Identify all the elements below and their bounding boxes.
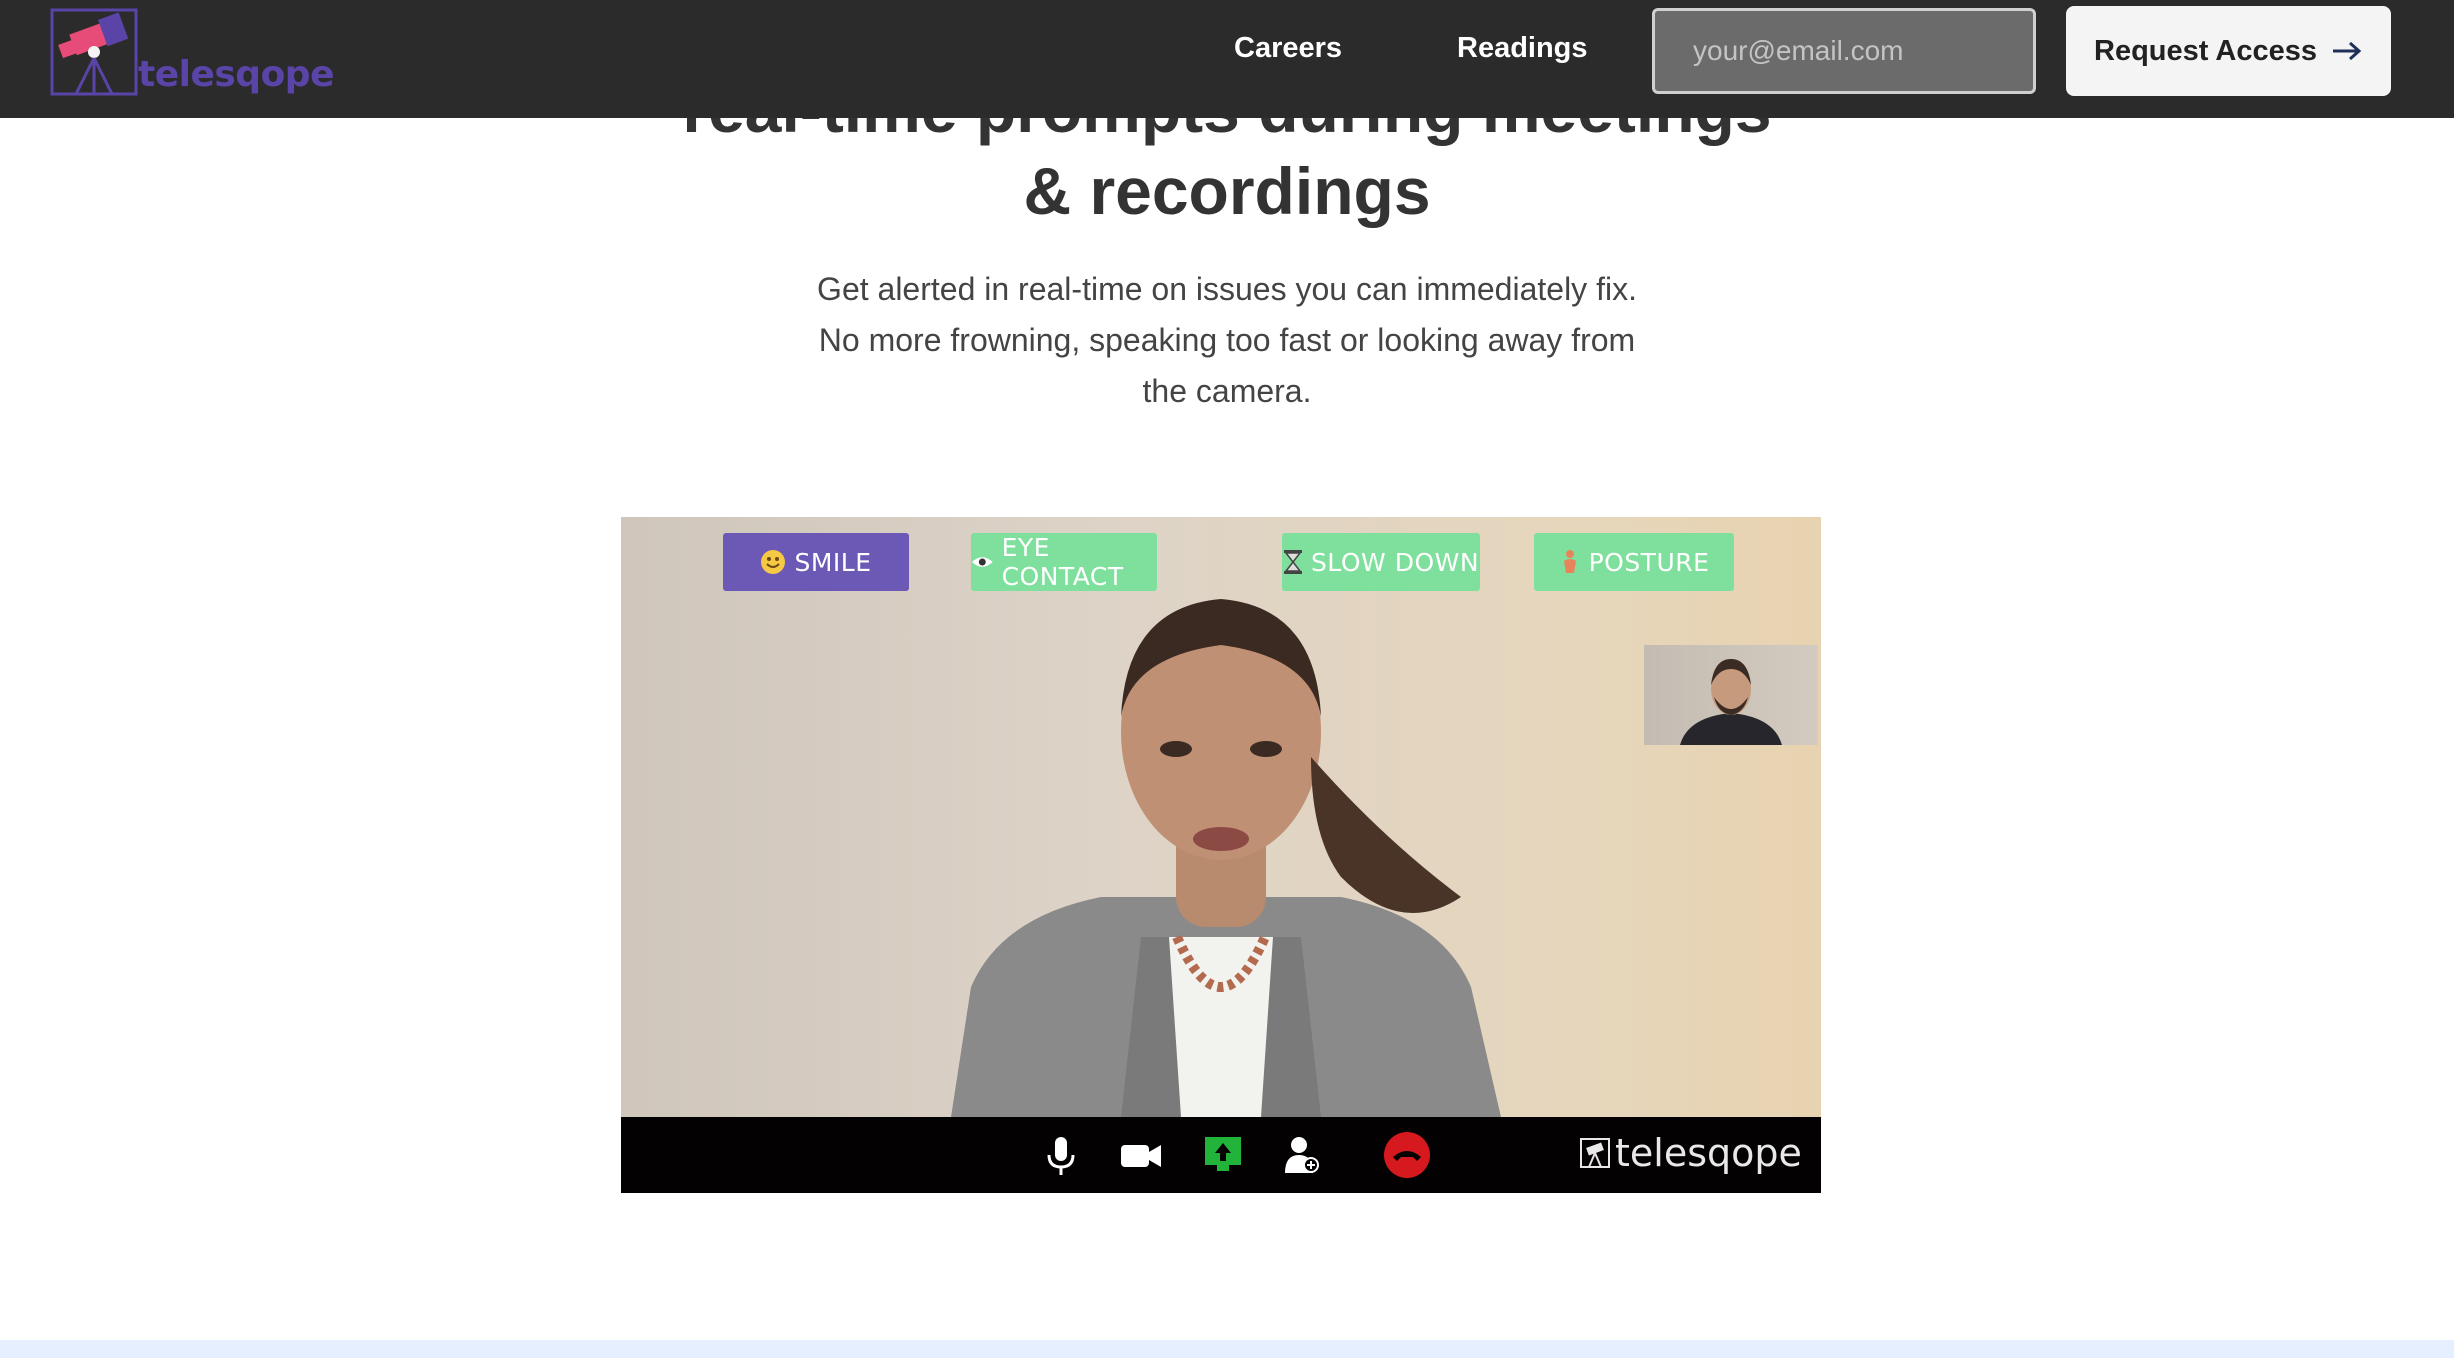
share-screen-icon[interactable] <box>1199 1131 1247 1179</box>
demo-video[interactable]: SMILE EYE CONTACT SLOW DOWN POSTURE tele… <box>621 517 1821 1193</box>
prompt-label: SLOW DOWN <box>1310 547 1480 577</box>
hero-subtitle: Get alerted in real-time on issues you c… <box>777 264 1677 417</box>
prompt-posture[interactable]: POSTURE <box>1534 533 1734 591</box>
nav-careers[interactable]: Careers <box>1234 32 1342 65</box>
telescope-watermark-icon <box>1580 1138 1610 1168</box>
email-input[interactable] <box>1652 8 2036 94</box>
participant-thumbnail[interactable] <box>1644 645 1818 745</box>
nav-readings[interactable]: Readings <box>1457 32 1588 65</box>
call-controls-bar: telesqope <box>621 1117 1821 1193</box>
prompt-smile[interactable]: SMILE <box>723 533 909 591</box>
logo-text: telesqope <box>138 54 335 95</box>
prompt-label: POSTURE <box>1588 547 1710 577</box>
telescope-logo-icon <box>50 8 138 96</box>
prompt-label: EYE CONTACT <box>1001 533 1124 591</box>
microphone-icon[interactable] <box>1037 1131 1085 1179</box>
next-section-edge <box>0 1340 2454 1358</box>
presenter-image <box>951 599 1501 1117</box>
subtitle-line: the camera. <box>1142 373 1312 409</box>
prompt-eye-contact[interactable]: EYE CONTACT <box>971 533 1157 591</box>
eye-icon <box>971 557 993 567</box>
camera-icon[interactable] <box>1117 1131 1165 1179</box>
watermark-text: telesqope <box>1615 1131 1802 1175</box>
posture-icon <box>1563 550 1576 573</box>
arrow-right-icon <box>2332 41 2362 61</box>
hero-title-line2: & recordings <box>1023 154 1431 228</box>
request-access-label: Request Access <box>2094 34 2317 67</box>
participant-image <box>1680 659 1782 745</box>
add-person-icon[interactable] <box>1277 1131 1325 1179</box>
end-call-icon[interactable] <box>1383 1131 1431 1179</box>
navbar: telesqope Careers Readings Request Acces… <box>0 0 2454 118</box>
hourglass-icon <box>1283 550 1302 574</box>
watermark: telesqope <box>1579 1131 1802 1175</box>
logo[interactable]: telesqope <box>50 8 335 98</box>
request-access-button[interactable]: Request Access <box>2066 6 2391 96</box>
prompt-label: SMILE <box>794 547 872 577</box>
prompt-slow-down[interactable]: SLOW DOWN <box>1282 533 1480 591</box>
subtitle-line: No more frowning, speaking too fast or l… <box>818 322 1636 358</box>
subtitle-line: Get alerted in real-time on issues you c… <box>817 271 1637 307</box>
smile-icon <box>761 550 786 574</box>
